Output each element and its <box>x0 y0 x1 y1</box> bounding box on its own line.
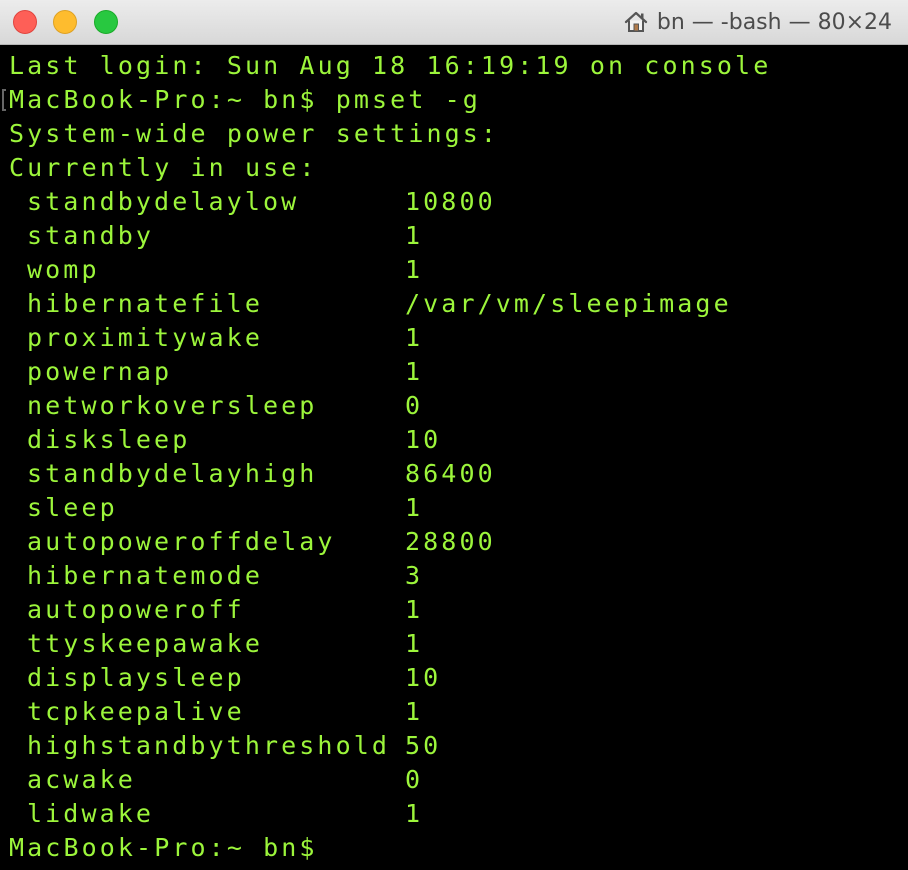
setting-value: 50 <box>405 731 442 760</box>
setting-value: 10800 <box>405 187 496 216</box>
setting-key: autopoweroffdelay <box>27 527 336 556</box>
setting-key: standby <box>27 221 155 250</box>
setting-key: disksleep <box>27 425 191 454</box>
setting-row: womp 1 <box>27 253 887 287</box>
setting-row: autopoweroff 1 <box>27 593 887 627</box>
setting-row: highstandbythreshold 50 <box>27 729 887 763</box>
setting-key: womp <box>27 255 100 284</box>
setting-row: standby 1 <box>27 219 887 253</box>
command-line: MacBook-Pro:~ bn$ pmset -g <box>9 85 481 114</box>
setting-value: 1 <box>405 221 424 250</box>
setting-row: powernap 1 <box>27 355 887 389</box>
setting-row: lidwake 1 <box>27 797 887 831</box>
terminal-window: bn — -bash — 80×24 Last login: Sun Aug 1… <box>0 0 908 870</box>
setting-row: networkoversleep 0 <box>27 389 887 423</box>
setting-row: ttyskeepawake 1 <box>27 627 887 661</box>
setting-key: hibernatefile <box>27 289 263 318</box>
setting-value: 10 <box>405 663 442 692</box>
setting-value: 1 <box>405 493 424 522</box>
setting-row: autopoweroffdelay 28800 <box>27 525 887 559</box>
setting-value: 1 <box>405 323 424 352</box>
setting-row: sleep 1 <box>27 491 887 525</box>
setting-row: tcpkeepalive 1 <box>27 695 887 729</box>
setting-row: hibernatemode 3 <box>27 559 887 593</box>
setting-value: 10 <box>405 425 442 454</box>
minimize-button[interactable] <box>53 10 77 34</box>
setting-value: 0 <box>405 765 424 794</box>
mark-bracket <box>2 89 6 111</box>
setting-value: 0 <box>405 391 424 420</box>
setting-value: 1 <box>405 697 424 726</box>
terminal-content[interactable]: Last login: Sun Aug 18 16:19:19 on conso… <box>0 47 908 870</box>
setting-value: 1 <box>405 595 424 624</box>
setting-key: hibernatemode <box>27 561 263 590</box>
setting-row: standbydelaylow 10800 <box>27 185 887 219</box>
setting-value: 86400 <box>405 459 496 488</box>
setting-value: 1 <box>405 799 424 828</box>
setting-row: displaysleep 10 <box>27 661 887 695</box>
setting-row: standbydelayhigh 86400 <box>27 457 887 491</box>
header-system-wide: System-wide power settings: <box>9 119 500 148</box>
setting-value: 1 <box>405 629 424 658</box>
window-title-text: bn — -bash — 80×24 <box>656 9 892 35</box>
setting-key: ttyskeepawake <box>27 629 263 658</box>
setting-key: highstandbythreshold <box>27 731 391 760</box>
setting-value: 1 <box>405 357 424 386</box>
setting-key: proximitywake <box>27 323 263 352</box>
zoom-button[interactable] <box>94 10 118 34</box>
setting-value: /var/vm/sleepimage <box>405 289 732 318</box>
setting-key: acwake <box>27 765 136 794</box>
setting-key: lidwake <box>27 799 155 828</box>
setting-key: tcpkeepalive <box>27 697 245 726</box>
house-icon <box>624 11 648 32</box>
setting-key: networkoversleep <box>27 391 318 420</box>
setting-key: autopoweroff <box>27 595 245 624</box>
setting-row: proximitywake 1 <box>27 321 887 355</box>
header-currently-in-use: Currently in use: <box>9 153 318 182</box>
shell-prompt[interactable]: MacBook-Pro:~ bn$ <box>9 831 318 865</box>
setting-value: 28800 <box>405 527 496 556</box>
setting-key: displaysleep <box>27 663 245 692</box>
setting-key: standbydelaylow <box>27 187 300 216</box>
close-button[interactable] <box>13 10 37 34</box>
setting-key: powernap <box>27 357 173 386</box>
window-title: bn — -bash — 80×24 <box>623 8 892 36</box>
setting-row: acwake 0 <box>27 763 887 797</box>
setting-row: disksleep 10 <box>27 423 887 457</box>
setting-value: 1 <box>405 255 424 284</box>
last-login-line: Last login: Sun Aug 18 16:19:19 on conso… <box>9 51 772 80</box>
setting-value: 3 <box>405 561 424 590</box>
title-bar[interactable]: bn — -bash — 80×24 <box>0 0 908 45</box>
setting-key: sleep <box>27 493 118 522</box>
setting-key: standbydelayhigh <box>27 459 318 488</box>
setting-row: hibernatefile/var/vm/sleepimage <box>27 287 887 321</box>
